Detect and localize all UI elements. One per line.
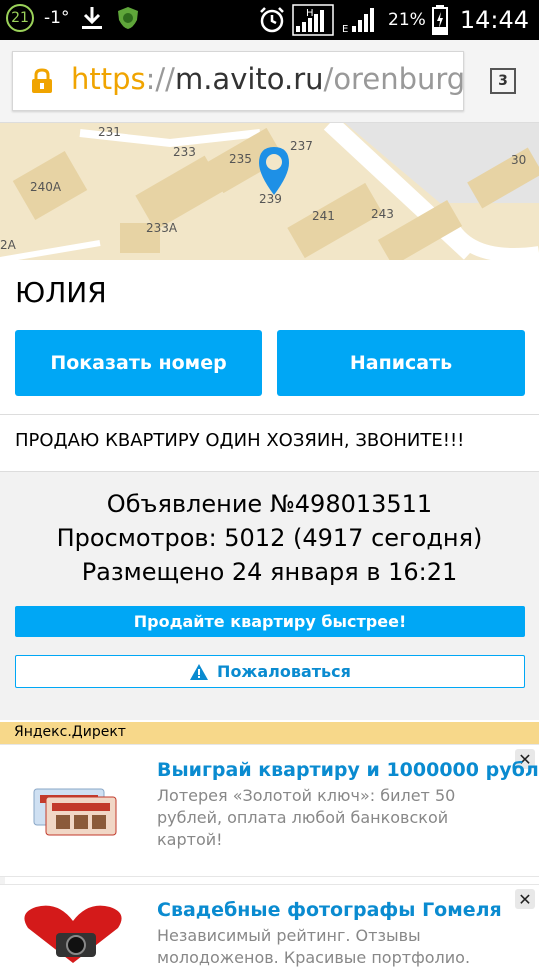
map-label: 235 (229, 152, 252, 166)
temperature: -1° (44, 8, 70, 28)
posted-date: Размещено 24 января в 16:21 (81, 558, 458, 586)
lottery-tickets-image (33, 788, 117, 836)
ad-text: Лотерея «Золотой ключ»: билет 50 рублей,… (157, 786, 456, 849)
browser-toolbar: https://m.avito.ru/orenburg/k 3 (0, 40, 539, 123)
ad-number: Объявление №498013511 (106, 490, 433, 518)
address-bar[interactable]: https://m.avito.ru/orenburg/k (12, 51, 464, 111)
signal-e-icon: E (342, 8, 375, 35)
download-icon (82, 7, 103, 29)
tab-count-button[interactable]: 3 (490, 68, 516, 94)
svg-text:E: E (342, 24, 348, 35)
map-label: 243 (371, 207, 394, 221)
notification-count-icon: 21 (6, 4, 34, 32)
shield-icon (118, 7, 139, 29)
ad-title[interactable]: Выиграй квартиру и 1000000 рублей (157, 759, 539, 781)
url-text: https://m.avito.ru/orenburg/k (71, 62, 464, 96)
divider (0, 414, 539, 415)
map-pin-icon (259, 147, 289, 195)
map-label: 231 (98, 125, 121, 139)
close-icon[interactable]: ✕ (515, 889, 535, 909)
ad-text: Независимый рейтинг. Отзывы молодоженов.… (157, 926, 471, 967)
map-label: 233 (173, 145, 196, 159)
report-label: Пожаловаться (217, 662, 351, 681)
location-map[interactable]: 231 233 235 237 30 240А 239 241 243 233А… (0, 123, 539, 260)
url-host: m.avito.ru (174, 62, 324, 96)
map-label: 233А (146, 221, 178, 235)
lock-icon (32, 68, 52, 93)
status-bar: 21 -1° H E 21% 14:44 (0, 0, 539, 40)
ad-title[interactable]: Свадебные фотографы Гомеля (157, 899, 502, 921)
ad-item[interactable]: ✕ Свадебные фотографы Гомеля Независимый… (0, 884, 539, 967)
ad-item[interactable]: ✕ Выиграй квартиру и 1000000 рублей Лоте… (0, 744, 539, 877)
url-path: /orenburg/k (323, 62, 464, 96)
listing-description: ПРОДАЮ КВАРТИРУ ОДИН ХОЗЯИН, ЗВОНИТЕ!!! (15, 430, 465, 451)
map-label: 240А (30, 180, 62, 194)
map-label: 2А (0, 238, 16, 252)
view-count: Просмотров: 5012 (4917 сегодня) (56, 524, 483, 552)
sell-faster-button[interactable]: Продайте квартиру быстрее! (15, 606, 525, 637)
map-label: 30 (511, 153, 527, 167)
battery-percent: 21% (388, 10, 426, 30)
seller-name: ЮЛИЯ (15, 276, 107, 309)
svg-text:H: H (306, 8, 314, 19)
clock: 14:44 (459, 6, 529, 34)
alarm-icon (260, 7, 284, 33)
map-label: 237 (290, 139, 313, 153)
map-label: 241 (312, 209, 335, 223)
url-scheme: https (71, 62, 146, 96)
yandex-direct-header: Яндекс.Директ (0, 722, 539, 744)
show-number-button[interactable]: Показать номер (15, 330, 262, 396)
report-button[interactable]: Пожаловаться (15, 655, 525, 688)
warning-icon (190, 663, 209, 680)
write-message-button[interactable]: Написать (277, 330, 525, 396)
signal-h-icon: H (292, 4, 334, 36)
heart-camera-image (24, 905, 122, 963)
url-separator: :// (145, 62, 175, 96)
battery-charging-icon (431, 5, 448, 35)
yandex-direct-label: Яндекс.Директ (14, 724, 126, 740)
